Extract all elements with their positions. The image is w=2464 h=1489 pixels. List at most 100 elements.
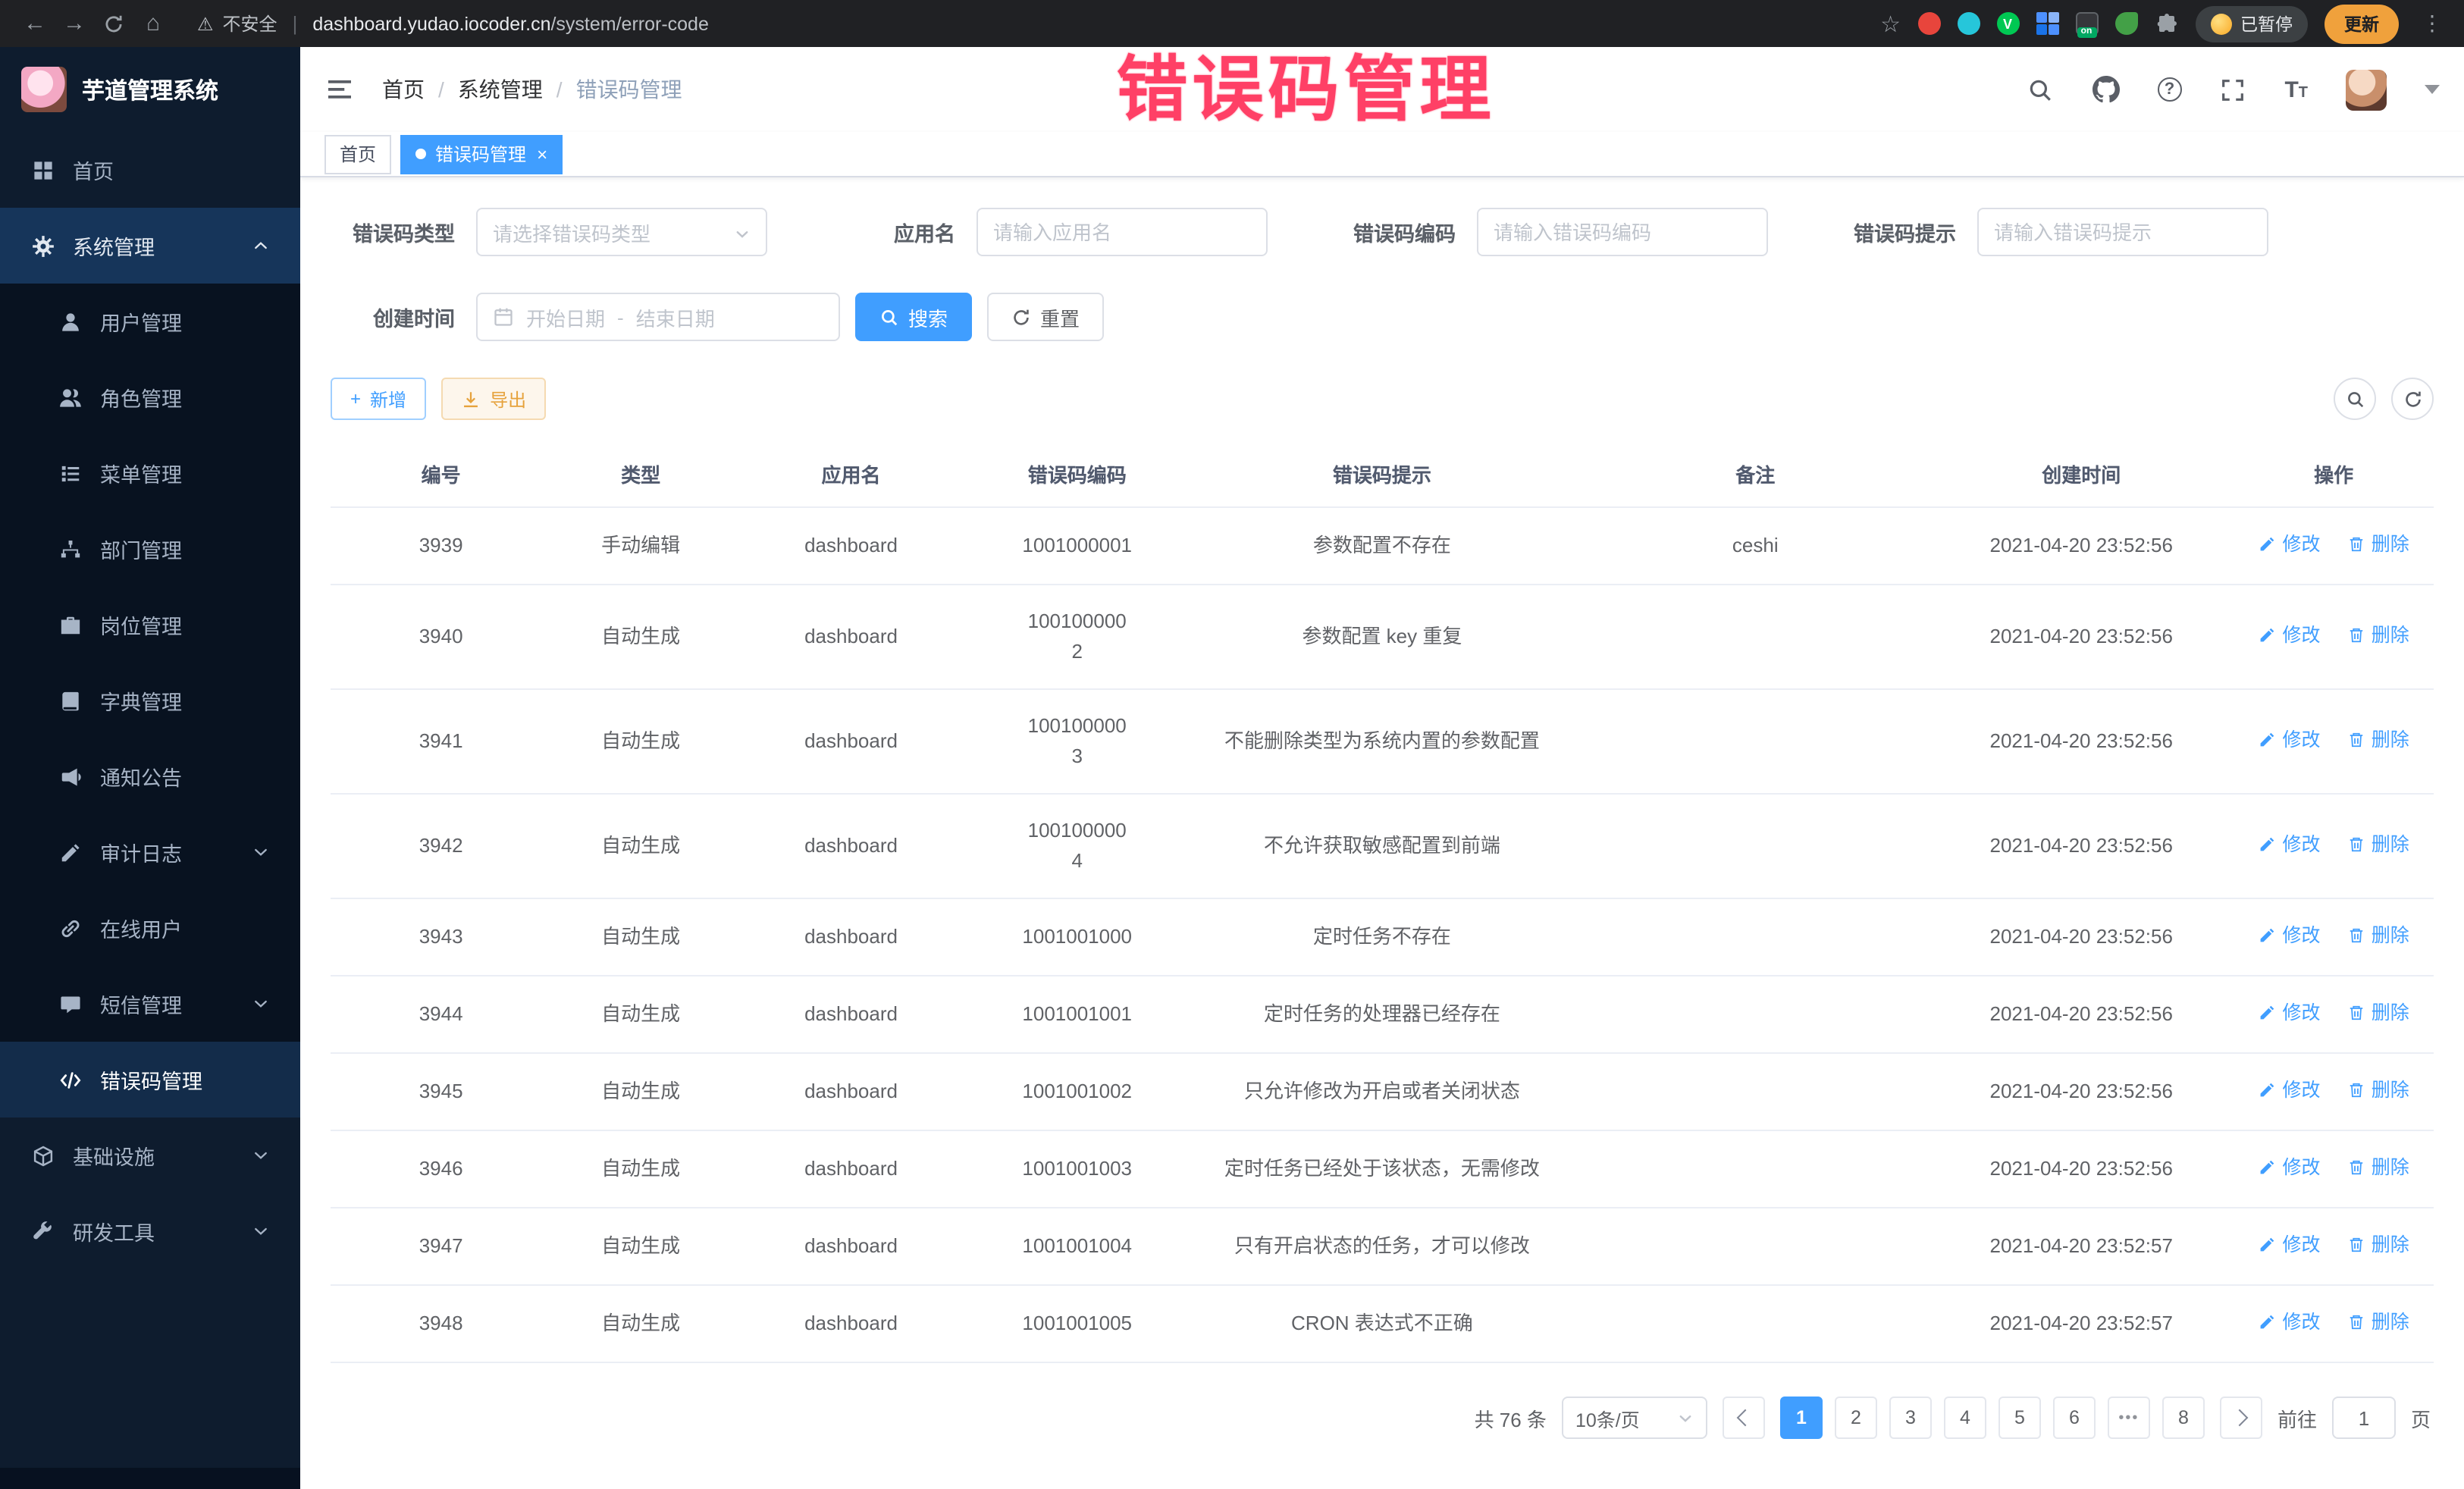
screen: 错误码管理 ← → ⌂ ⚠ 不安全 | dashboard.yudao.ioco…	[0, 0, 2464, 1489]
sidebar-item-dept-management[interactable]: 部门管理	[0, 511, 300, 587]
page-button-6[interactable]: 6	[2053, 1397, 2096, 1439]
page-button-2[interactable]: 2	[1835, 1397, 1877, 1439]
edit-link[interactable]: 修改	[2259, 620, 2321, 650]
toggle-search-button[interactable]	[2334, 378, 2376, 420]
github-icon[interactable]	[2092, 76, 2119, 103]
delete-link[interactable]: 删除	[2347, 725, 2409, 755]
browser-reload-icon[interactable]	[94, 4, 133, 43]
export-button[interactable]: 导出	[441, 378, 546, 420]
bookmark-star-icon[interactable]: ☆	[1880, 10, 1901, 37]
browser-back-icon[interactable]: ←	[15, 4, 55, 43]
breadcrumb-system[interactable]: 系统管理	[458, 74, 543, 105]
dashboard-icon	[30, 158, 55, 182]
date-range-picker[interactable]: 开始日期 - 结束日期	[476, 293, 840, 341]
error-hint-input[interactable]	[1977, 208, 2268, 256]
edit-link[interactable]: 修改	[2259, 829, 2321, 860]
security-chip[interactable]: ⚠ 不安全	[197, 11, 277, 36]
sidebar-item-error-code-management[interactable]: 错误码管理	[0, 1042, 300, 1118]
refresh-button[interactable]	[2391, 378, 2434, 420]
help-icon[interactable]: ?	[2157, 77, 2181, 102]
breadcrumb-home[interactable]: 首页	[382, 74, 425, 105]
user-avatar[interactable]	[2346, 69, 2387, 110]
edit-link[interactable]: 修改	[2259, 920, 2321, 951]
page-size-select[interactable]: 10条/页	[1562, 1397, 1707, 1439]
delete-link[interactable]: 删除	[2347, 920, 2409, 951]
browser-menu-icon[interactable]: ⋮	[2415, 11, 2449, 36]
delete-link[interactable]: 删除	[2347, 1152, 2409, 1183]
sidebar-item-online-users[interactable]: 在线用户	[0, 890, 300, 966]
close-icon[interactable]: ×	[537, 145, 547, 163]
edit-link[interactable]: 修改	[2259, 998, 2321, 1028]
end-date-placeholder[interactable]: 结束日期	[636, 303, 715, 331]
col-id: 编号	[331, 441, 551, 507]
sidebar-item-audit-log[interactable]: 审计日志	[0, 814, 300, 890]
edit-link[interactable]: 修改	[2259, 1152, 2321, 1183]
user-icon	[58, 309, 82, 334]
delete-link[interactable]: 删除	[2347, 1307, 2409, 1337]
prev-page-button[interactable]	[1723, 1397, 1765, 1439]
sidebar-item-user-management[interactable]: 用户管理	[0, 284, 300, 359]
edit-link[interactable]: 修改	[2259, 529, 2321, 560]
sidebar-item-sms-management[interactable]: 短信管理	[0, 966, 300, 1042]
font-size-icon[interactable]: TT	[2284, 77, 2308, 102]
table-row: 3947 自动生成 dashboard 1001001004 只有开启状态的任务…	[331, 1208, 2434, 1285]
tab-error-code-management[interactable]: 错误码管理 ×	[400, 134, 563, 174]
reset-button[interactable]: 重置	[987, 293, 1104, 341]
extension-icon-teal[interactable]	[1957, 12, 1980, 35]
avatar-caret-icon[interactable]	[2425, 85, 2440, 94]
hamburger-icon[interactable]	[324, 73, 358, 106]
app-name-input[interactable]	[977, 208, 1268, 256]
sidebar-item-system[interactable]: 系统管理	[0, 208, 300, 284]
filter-label: 错误码提示	[1832, 217, 1956, 247]
extension-icon-leaf[interactable]	[2114, 12, 2137, 35]
fullscreen-icon[interactable]	[2219, 76, 2246, 103]
error-type-select[interactable]: 请选择错误码类型	[476, 208, 767, 256]
search-icon[interactable]	[2027, 76, 2054, 103]
edit-link[interactable]: 修改	[2259, 1307, 2321, 1337]
sidebar-item-home[interactable]: 首页	[0, 132, 300, 208]
search-button[interactable]: 搜索	[855, 293, 972, 341]
profile-paused-chip[interactable]: 已暂停	[2195, 5, 2308, 42]
delete-link[interactable]: 删除	[2347, 620, 2409, 650]
sidebar-logo[interactable]: 芋道管理系统	[0, 47, 300, 132]
page-button-3[interactable]: 3	[1889, 1397, 1932, 1439]
next-page-button[interactable]	[2220, 1397, 2262, 1439]
page-button-4[interactable]: 4	[1944, 1397, 1986, 1439]
sidebar-collapse-bar[interactable]	[0, 1468, 300, 1489]
page-button-8[interactable]: 8	[2162, 1397, 2205, 1439]
sidebar-item-dict-management[interactable]: 字典管理	[0, 663, 300, 738]
address-url[interactable]: dashboard.yudao.iocoder.cn/system/error-…	[312, 13, 709, 34]
page-ellipsis[interactable]: •••	[2108, 1397, 2150, 1439]
update-button[interactable]: 更新	[2324, 4, 2399, 43]
edit-link[interactable]: 修改	[2259, 1230, 2321, 1260]
page-button-5[interactable]: 5	[1998, 1397, 2041, 1439]
sidebar-item-role-management[interactable]: 角色管理	[0, 359, 300, 435]
extension-icon-dark[interactable]: on	[2075, 12, 2098, 35]
delete-link[interactable]: 删除	[2347, 1230, 2409, 1260]
cell-time: 2021-04-20 23:52:56	[1929, 794, 2234, 898]
error-code-input[interactable]	[1477, 208, 1768, 256]
sidebar-item-dev-tools[interactable]: 研发工具	[0, 1193, 300, 1269]
extension-icon-red[interactable]	[1917, 12, 1940, 35]
tab-home[interactable]: 首页	[324, 134, 391, 174]
sidebar-item-notice[interactable]: 通知公告	[0, 738, 300, 814]
sidebar-item-menu-management[interactable]: 菜单管理	[0, 435, 300, 511]
page-button-1[interactable]: 1	[1780, 1397, 1823, 1439]
start-date-placeholder[interactable]: 开始日期	[526, 303, 605, 331]
goto-page-input[interactable]	[2332, 1397, 2396, 1439]
delete-link[interactable]: 删除	[2347, 1075, 2409, 1105]
extension-icon-green[interactable]: V	[1996, 12, 2019, 35]
browser-forward-icon[interactable]: →	[55, 4, 94, 43]
puzzle-extension-icon[interactable]	[2154, 11, 2178, 36]
extension-icon-grid[interactable]	[2036, 12, 2058, 35]
browser-home-icon[interactable]: ⌂	[133, 4, 173, 43]
delete-link[interactable]: 删除	[2347, 529, 2409, 560]
add-button[interactable]: + 新增	[331, 378, 426, 420]
delete-link[interactable]: 删除	[2347, 998, 2409, 1028]
sidebar-item-post-management[interactable]: 岗位管理	[0, 587, 300, 663]
edit-link[interactable]: 修改	[2259, 1075, 2321, 1105]
sidebar-item-infrastructure[interactable]: 基础设施	[0, 1118, 300, 1193]
cell-type: 自动生成	[551, 689, 730, 794]
delete-link[interactable]: 删除	[2347, 829, 2409, 860]
edit-link[interactable]: 修改	[2259, 725, 2321, 755]
